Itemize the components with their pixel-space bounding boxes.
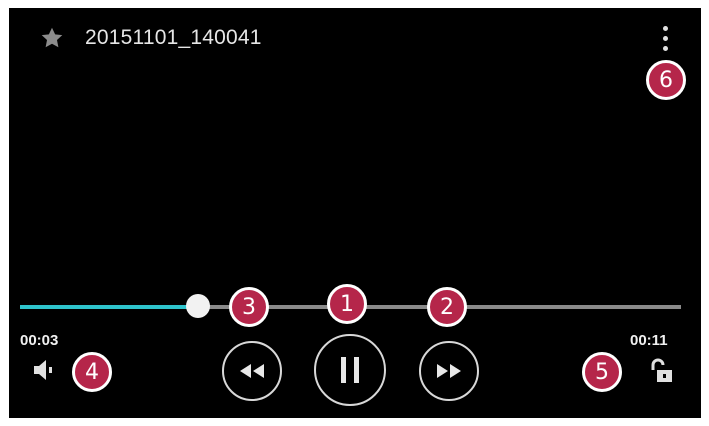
fast-forward-button[interactable] <box>419 341 479 401</box>
progress-played <box>20 305 199 309</box>
star-icon[interactable] <box>39 25 65 51</box>
video-title: 20151101_140041 <box>85 26 262 49</box>
callout-6: 6 <box>646 60 686 100</box>
current-time: 00:03 <box>20 332 59 349</box>
rewind-button[interactable] <box>222 341 282 401</box>
volume-icon[interactable] <box>32 357 60 383</box>
callout-1: 1 <box>327 284 367 324</box>
callout-2: 2 <box>427 287 467 327</box>
callout-3: 3 <box>229 287 269 327</box>
more-vert-icon[interactable] <box>659 26 673 54</box>
rewind-icon <box>240 364 264 378</box>
pause-icon <box>341 357 359 383</box>
callout-4: 4 <box>72 352 112 392</box>
duration-time: 00:11 <box>630 332 668 349</box>
progress-thumb[interactable] <box>186 294 211 318</box>
fast-forward-icon <box>437 364 461 378</box>
video-player-screen: 20151101_140041 00:03 00:11 1 2 3 4 5 6 <box>9 8 701 418</box>
pause-button[interactable] <box>314 334 386 406</box>
unlock-icon[interactable] <box>649 357 673 385</box>
callout-5: 5 <box>582 352 622 392</box>
